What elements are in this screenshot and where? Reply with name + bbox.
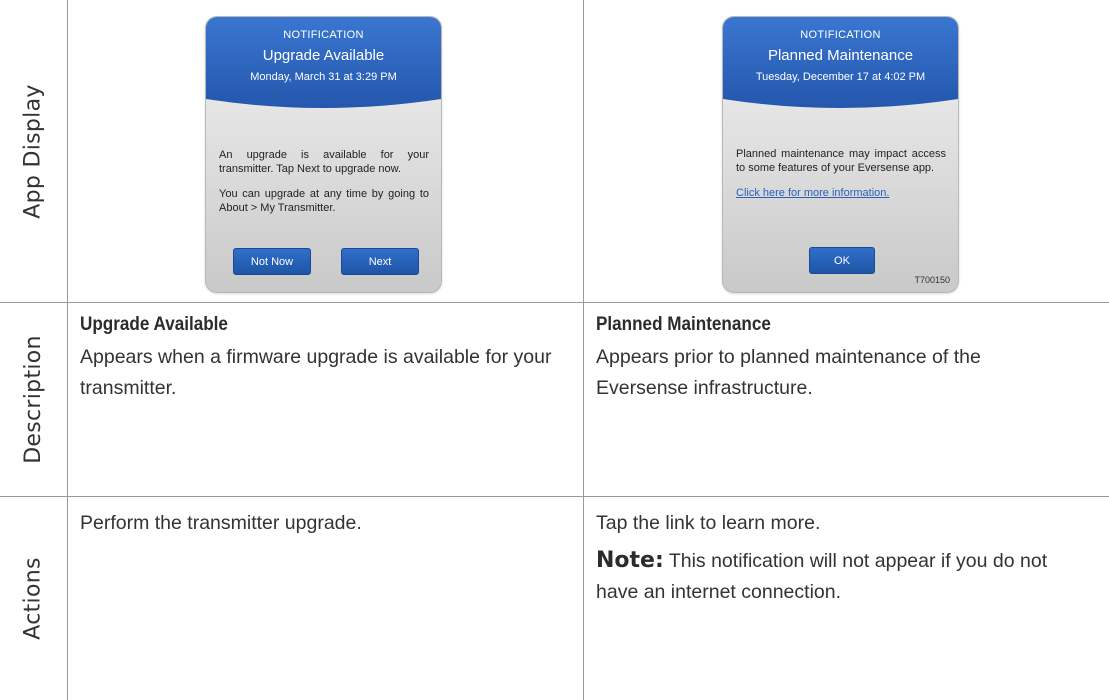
notification-message: You can upgrade at any time by going to … [219, 188, 429, 214]
notification-date: Monday, March 31 at 3:29 PM [250, 71, 397, 83]
note-text: This notification will not appear if you… [596, 550, 1048, 603]
next-button[interactable]: Next [341, 248, 419, 275]
notification-body: Planned maintenance may impact access to… [736, 148, 946, 213]
description-cell-right: Planned Maintenance Appears prior to pla… [596, 314, 1066, 404]
notification-date: Tuesday, December 17 at 4:02 PM [755, 71, 926, 83]
figure-code: T700150 [914, 275, 950, 285]
row-label-actions: Actions [21, 556, 46, 640]
row-divider [0, 302, 1109, 303]
note-paragraph: Note: This notification will not appear … [596, 545, 1066, 608]
column-divider [583, 0, 584, 700]
notification-table: App Display Description Actions NOTIFICA… [0, 0, 1109, 700]
notification-message: Planned maintenance may impact access to… [736, 148, 946, 174]
action-text: Perform the transmitter upgrade. [80, 512, 362, 534]
notification-title: Planned Maintenance [767, 47, 914, 64]
notification-title: Upgrade Available [262, 47, 385, 64]
more-information-link[interactable]: Click here for more information. [736, 187, 889, 199]
notification-header: NOTIFICATION Upgrade Available Monday, M… [206, 17, 441, 117]
description-text: Appears when a firmware upgrade is avail… [80, 346, 552, 399]
description-cell-left: Upgrade Available Appears when a firmwar… [80, 314, 570, 404]
actions-cell-left: Perform the transmitter upgrade. [80, 508, 570, 539]
row-label-description: Description [21, 334, 47, 464]
notification-message: An upgrade is available for your transmi… [219, 149, 429, 175]
not-now-button[interactable]: Not Now [233, 248, 311, 275]
note-label: Note: [596, 548, 664, 573]
upgrade-available-screen: NOTIFICATION Upgrade Available Monday, M… [205, 16, 442, 293]
notification-body: An upgrade is available for your transmi… [219, 149, 429, 227]
row-label-app-display: App Display [21, 83, 46, 219]
action-text: Tap the link to learn more. [596, 512, 821, 534]
notification-kicker: NOTIFICATION [800, 29, 881, 41]
row-label-divider [67, 0, 68, 700]
planned-maintenance-screen: NOTIFICATION Planned Maintenance Tuesday… [722, 16, 959, 293]
row-divider [0, 496, 1109, 497]
description-text: Appears prior to planned maintenance of … [596, 346, 981, 399]
description-title: Upgrade Available [80, 314, 228, 335]
notification-header: NOTIFICATION Planned Maintenance Tuesday… [723, 17, 958, 117]
actions-cell-right: Tap the link to learn more. Note: This n… [596, 508, 1066, 608]
ok-button[interactable]: OK [809, 247, 875, 274]
notification-kicker: NOTIFICATION [283, 29, 364, 41]
description-title: Planned Maintenance [596, 314, 771, 335]
